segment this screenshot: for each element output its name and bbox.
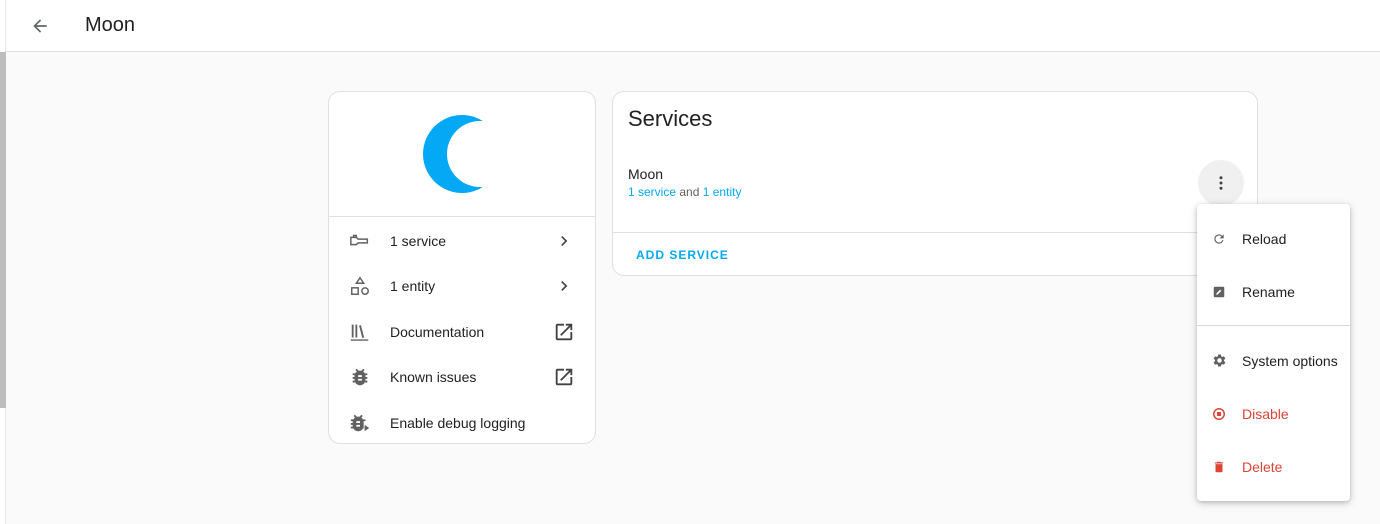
known-issues-link-row[interactable]: Known issues: [329, 355, 595, 401]
menu-item-label: Delete: [1242, 458, 1283, 475]
reload-icon: [1211, 231, 1227, 247]
menu-item-label: Rename: [1242, 283, 1295, 300]
menu-item-reload[interactable]: Reload: [1197, 212, 1350, 265]
services-link-label: 1 service: [390, 232, 447, 249]
documentation-link-row[interactable]: Documentation: [329, 309, 595, 355]
open-in-new-icon: [553, 321, 575, 343]
sidebar-edge: [0, 0, 6, 524]
overflow-menu: Reload Rename System options Disable Del…: [1197, 204, 1350, 501]
services-link-row[interactable]: 1 service: [329, 218, 595, 264]
chevron-right-icon: [553, 275, 575, 297]
enable-debug-logging-label: Enable debug logging: [390, 414, 526, 431]
enable-debug-logging-row[interactable]: Enable debug logging: [329, 400, 595, 446]
bug-play-icon: [349, 412, 371, 434]
book-icon: [349, 321, 371, 343]
menu-item-delete[interactable]: Delete: [1197, 440, 1350, 493]
entities-count-link[interactable]: 1 entity: [703, 185, 742, 199]
trash-icon: [1211, 459, 1227, 475]
service-icon: [349, 230, 371, 252]
menu-item-system-options[interactable]: System options: [1197, 334, 1350, 387]
bug-icon: [349, 366, 371, 388]
back-button[interactable]: [20, 6, 60, 46]
scrollbar[interactable]: [0, 52, 6, 408]
entities-link-label: 1 entity: [390, 278, 436, 295]
disable-icon: [1211, 406, 1227, 422]
dots-vertical-icon: [1212, 174, 1230, 192]
entities-link-row[interactable]: 1 entity: [329, 264, 595, 310]
open-in-new-icon: [553, 366, 575, 388]
integration-logo: [329, 92, 595, 217]
service-entry-conjunction: and: [679, 185, 700, 199]
menu-divider: [1197, 325, 1350, 326]
arrow-left-icon: [30, 16, 50, 36]
service-entry-subtitle: 1 service and 1 entity: [628, 185, 741, 199]
moon-logo-icon: [422, 114, 502, 194]
divider: [613, 232, 1257, 233]
known-issues-link-label: Known issues: [390, 369, 477, 386]
page-title: Moon: [85, 14, 136, 36]
services-count-link[interactable]: 1 service: [628, 185, 676, 199]
service-entry-name: Moon: [628, 166, 664, 182]
menu-item-label: System options: [1242, 352, 1338, 369]
top-app-bar: Moon: [6, 0, 1380, 52]
documentation-link-label: Documentation: [390, 323, 485, 340]
menu-item-label: Disable: [1242, 405, 1289, 422]
menu-item-disable[interactable]: Disable: [1197, 387, 1350, 440]
chevron-right-icon: [553, 230, 575, 252]
rename-icon: [1211, 284, 1227, 300]
add-service-button[interactable]: ADD SERVICE: [636, 248, 729, 262]
integration-info-list: 1 service 1 entity Documentation Known i…: [329, 217, 595, 446]
integration-info-card: 1 service 1 entity Documentation Known i…: [328, 91, 596, 444]
services-title: Services: [628, 106, 713, 131]
menu-item-label: Reload: [1242, 230, 1287, 247]
gear-icon: [1211, 353, 1227, 369]
overflow-menu-button[interactable]: [1198, 160, 1244, 206]
menu-item-rename[interactable]: Rename: [1197, 265, 1350, 318]
services-card: Services Moon 1 service and 1 entity ADD…: [612, 91, 1258, 276]
shapes-icon: [349, 275, 371, 297]
